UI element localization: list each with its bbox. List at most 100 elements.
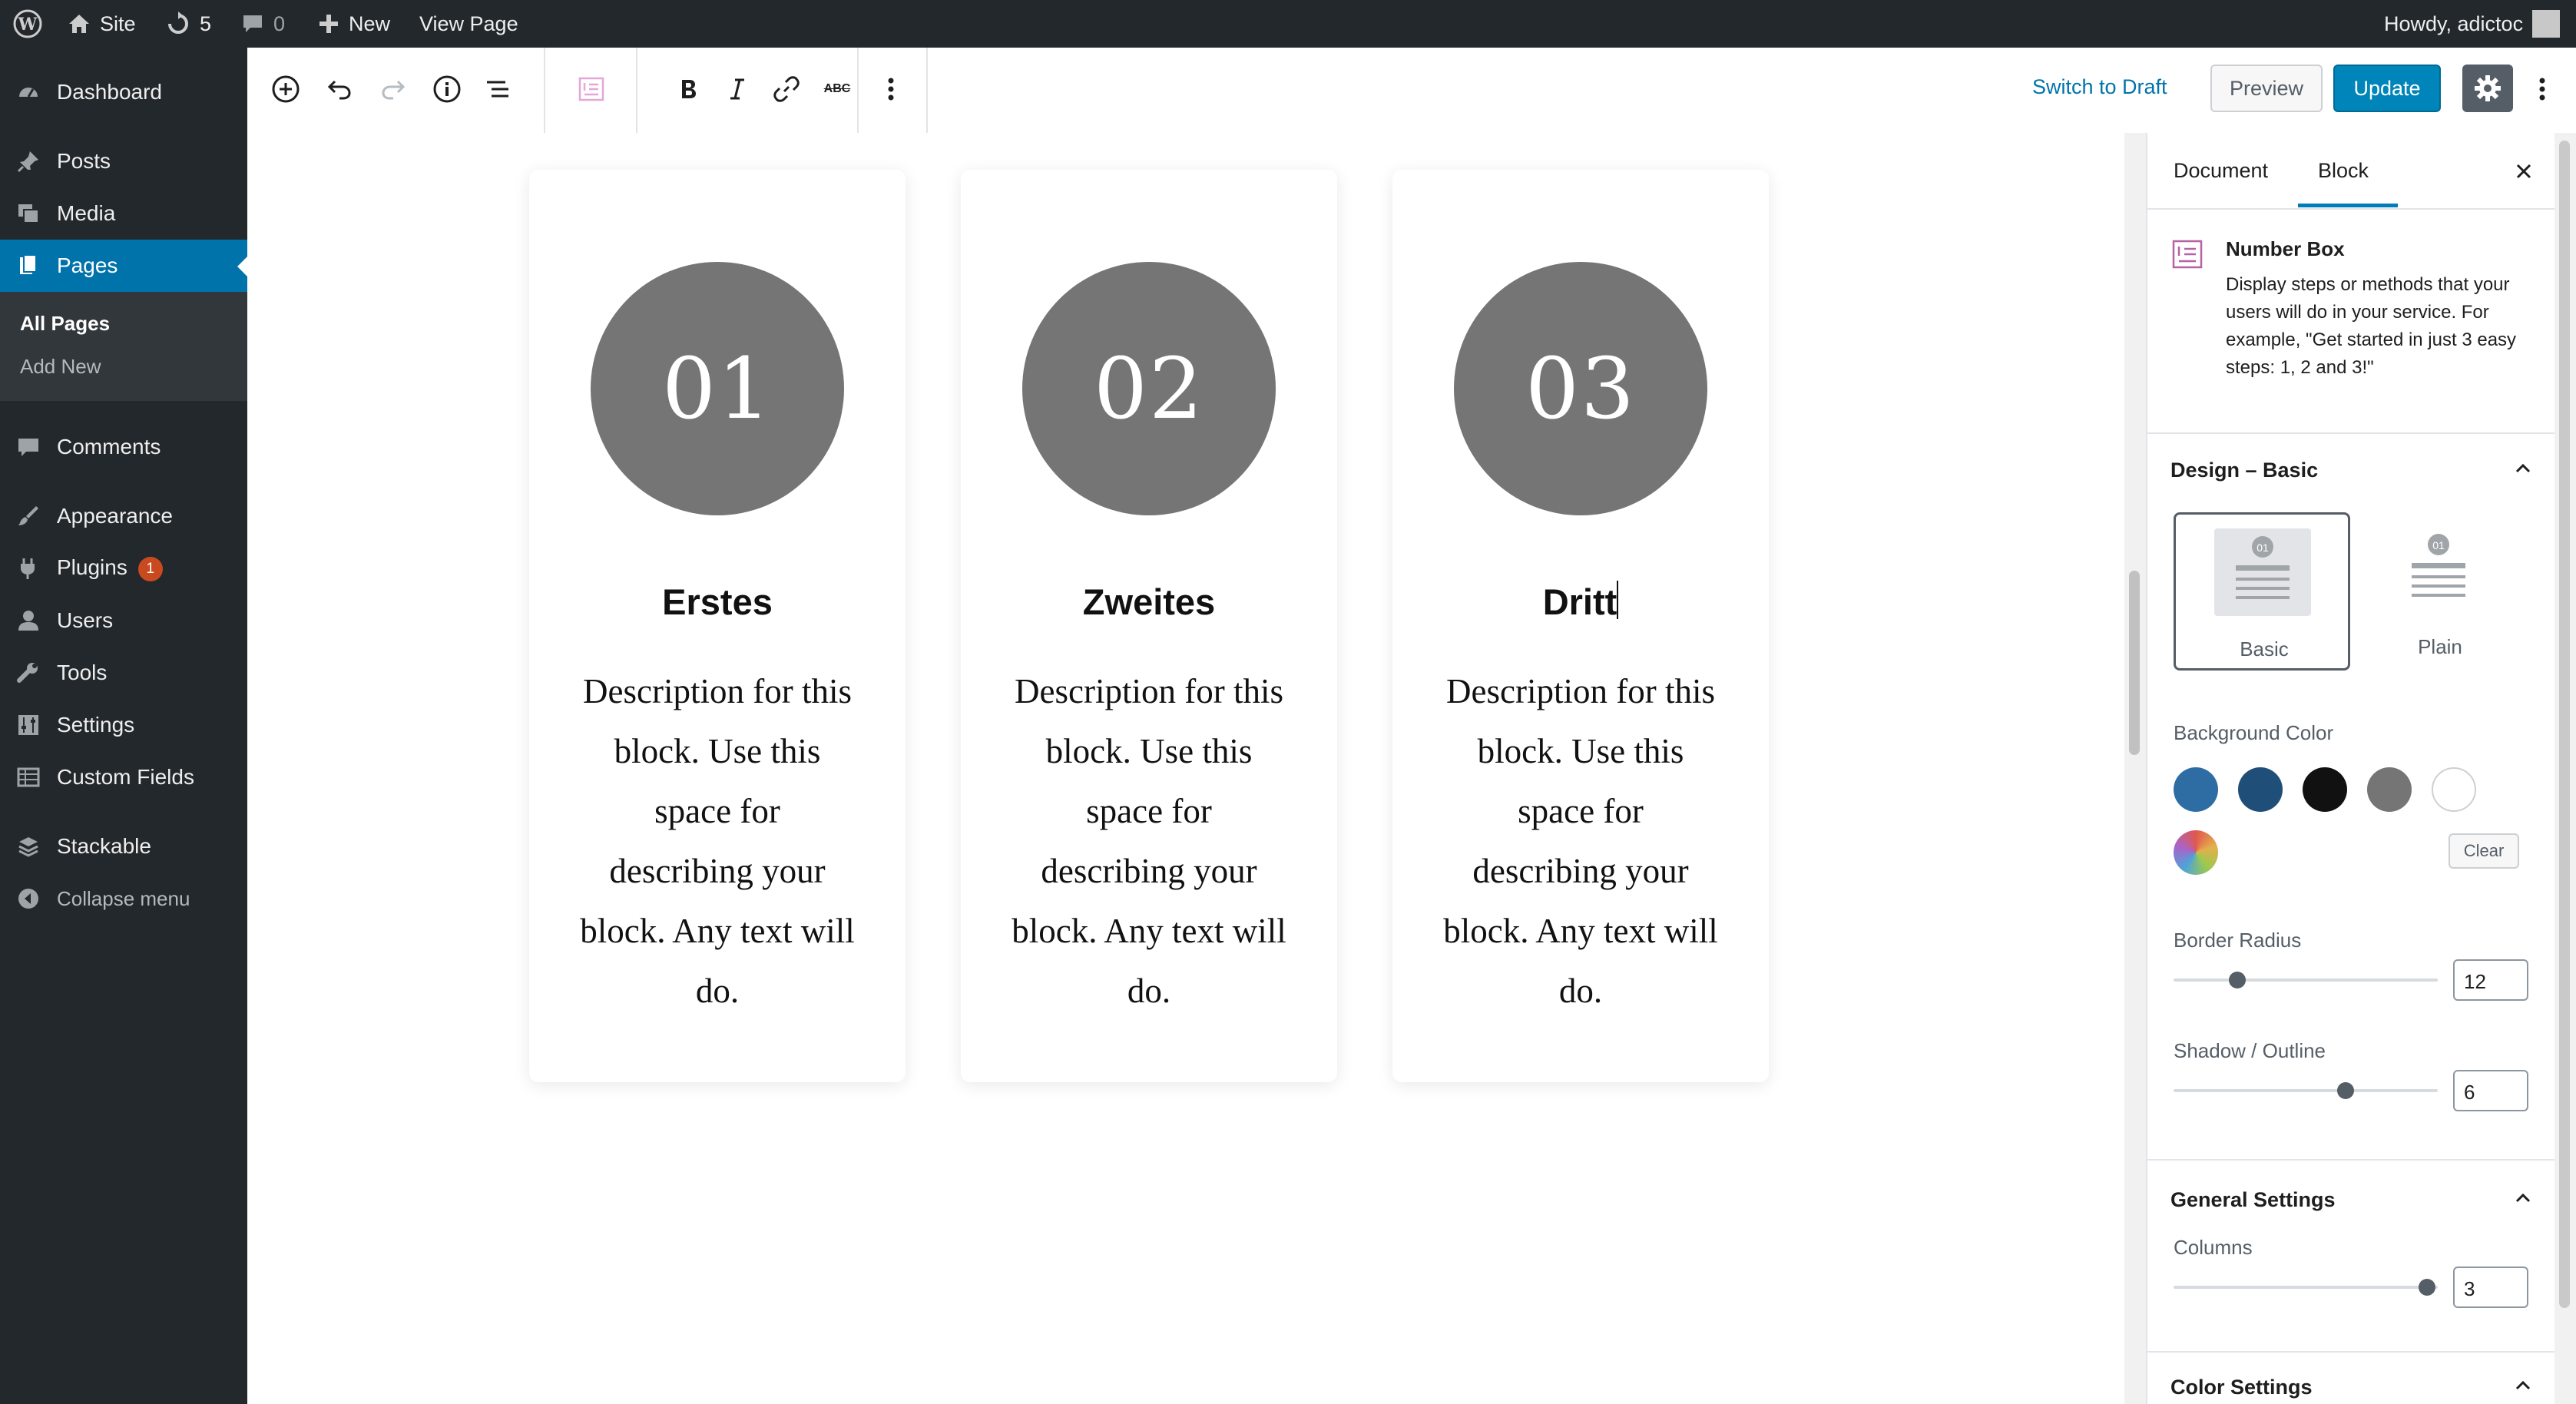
number-circle[interactable]: 02 (1022, 262, 1276, 515)
strikethrough-icon: ABC (823, 82, 851, 95)
toolbar-separator (857, 48, 859, 133)
number-box-card[interactable]: 01 Erstes Description for this block. Us… (529, 170, 906, 1082)
style-option-plain[interactable]: 01 Plain (2352, 512, 2528, 671)
menu-media[interactable]: Media (0, 187, 247, 240)
menu-users[interactable]: Users (0, 594, 247, 647)
block-navigation-button[interactable] (478, 69, 518, 109)
color-swatch[interactable] (2303, 767, 2347, 812)
card-title-editing[interactable]: Dritt (1392, 581, 1769, 623)
style-option-basic[interactable]: 01 Basic (2174, 512, 2350, 671)
submenu-add-new[interactable]: Add New (20, 355, 101, 379)
admin-bar: W Site 5 0 New View Page Howdy, adictoc (0, 0, 2576, 48)
shadow-outline-input[interactable]: 6 (2453, 1070, 2528, 1111)
redo-button[interactable] (373, 69, 413, 109)
card-description[interactable]: Description for this block. Use this spa… (1010, 661, 1288, 1021)
columns-slider-thumb[interactable] (2419, 1279, 2436, 1296)
border-radius-input[interactable]: 12 (2453, 959, 2528, 1001)
columns-input[interactable]: 3 (2453, 1267, 2528, 1308)
menu-plugins[interactable]: Plugins 1 (0, 542, 247, 594)
style-preview-plain: 01 (2390, 526, 2487, 614)
menu-label: Media (57, 201, 116, 225)
strikethrough-button[interactable]: ABC (817, 69, 857, 109)
active-tab-indicator (2298, 204, 2398, 207)
gear-icon (2475, 75, 2501, 101)
site-link[interactable]: Site (68, 0, 136, 48)
menu-label: Dashboard (57, 80, 162, 104)
custom-color-picker-button[interactable] (2174, 830, 2218, 875)
update-button[interactable]: Update (2333, 65, 2441, 112)
editor-toolbar: ABC Switch to Draft Preview Update (247, 48, 2576, 134)
number-circle[interactable]: 01 (591, 262, 844, 515)
menu-tools[interactable]: Tools (0, 647, 247, 699)
chevron-up-icon[interactable] (2511, 457, 2535, 480)
more-options-button[interactable] (871, 69, 911, 109)
color-swatch[interactable] (2367, 767, 2412, 812)
collapse-menu-button[interactable]: Collapse menu (0, 873, 247, 925)
updates-link[interactable]: 5 (166, 0, 211, 48)
more-tools-button[interactable] (2527, 69, 2558, 109)
canvas-scrollbar-thumb[interactable] (2129, 571, 2140, 755)
card-description[interactable]: Description for this block. Use this spa… (578, 661, 856, 1021)
block-description: Display steps or methods that your users… (2226, 274, 2517, 378)
submenu-all-pages[interactable]: All Pages (20, 312, 110, 336)
pages-icon (15, 253, 41, 279)
new-content-link[interactable]: New (318, 0, 390, 48)
settings-toggle-button[interactable] (2462, 65, 2513, 112)
list-outline-icon (487, 81, 508, 98)
comment-icon (15, 434, 41, 460)
shadow-outline-slider[interactable] (2174, 1089, 2438, 1092)
border-radius-slider-thumb[interactable] (2228, 972, 2246, 988)
chevron-up-icon[interactable] (2511, 1187, 2535, 1210)
border-radius-slider[interactable] (2174, 978, 2438, 982)
canvas-scrollbar[interactable] (2124, 133, 2146, 1404)
switch-to-draft-button[interactable]: Switch to Draft (2032, 75, 2167, 99)
add-block-icon (272, 75, 300, 103)
sidebar-scrollbar[interactable] (2554, 133, 2576, 1404)
shadow-outline-slider-thumb[interactable] (2336, 1082, 2354, 1099)
number-box-card[interactable]: 02 Zweites Description for this block. U… (961, 170, 1337, 1082)
menu-pages[interactable]: Pages (0, 240, 247, 292)
columns-slider[interactable] (2174, 1286, 2438, 1289)
menu-stackable[interactable]: Stackable (0, 820, 247, 873)
card-description[interactable]: Description for this block. Use this spa… (1442, 661, 1720, 1021)
chevron-up-icon[interactable] (2511, 1374, 2535, 1397)
undo-button[interactable] (320, 69, 359, 109)
style-preview-basic: 01 (2214, 528, 2311, 616)
comments-link[interactable]: 0 (241, 0, 285, 48)
plugins-label: Plugins (57, 555, 127, 580)
bold-button[interactable] (668, 69, 708, 109)
card-title[interactable]: Zweites (961, 581, 1337, 623)
general-settings-panel-title[interactable]: General Settings (2170, 1188, 2336, 1212)
sidebar-scrollbar-thumb[interactable] (2559, 141, 2570, 1308)
color-swatch[interactable] (2432, 767, 2476, 812)
clear-color-button[interactable]: Clear (2449, 833, 2519, 869)
number-box-card[interactable]: 03 Dritt Description for this block. Use… (1392, 170, 1769, 1082)
toolbar-separator (926, 48, 928, 133)
preview-button[interactable]: Preview (2210, 65, 2323, 112)
account-menu[interactable]: Howdy, adictoc (2384, 0, 2561, 48)
link-button[interactable] (767, 69, 806, 109)
info-button[interactable] (427, 69, 467, 109)
tab-document[interactable]: Document (2174, 159, 2268, 183)
menu-dashboard[interactable]: Dashboard (0, 66, 247, 118)
menu-appearance[interactable]: Appearance (0, 490, 247, 542)
add-block-button[interactable] (266, 69, 306, 109)
number-circle[interactable]: 03 (1454, 262, 1707, 515)
color-settings-panel-title[interactable]: Color Settings (2170, 1376, 2313, 1399)
color-swatch[interactable] (2174, 767, 2218, 812)
settings-sidebar: Document Block Number Box Display steps … (2146, 133, 2576, 1404)
block-type-button[interactable] (571, 69, 611, 109)
menu-posts[interactable]: Posts (0, 135, 247, 187)
italic-button[interactable] (717, 69, 757, 109)
menu-settings[interactable]: Settings (0, 699, 247, 751)
menu-comments[interactable]: Comments (0, 421, 247, 473)
tab-block[interactable]: Block (2318, 159, 2369, 183)
view-page-link[interactable]: View Page (419, 0, 518, 48)
menu-custom-fields[interactable]: Custom Fields (0, 751, 247, 803)
wordpress-logo-icon[interactable]: W (12, 0, 43, 48)
design-panel-title[interactable]: Design – Basic (2170, 459, 2318, 482)
color-swatch[interactable] (2238, 767, 2283, 812)
link-icon (773, 76, 800, 102)
close-sidebar-button[interactable] (2511, 159, 2536, 184)
card-title[interactable]: Erstes (529, 581, 906, 623)
